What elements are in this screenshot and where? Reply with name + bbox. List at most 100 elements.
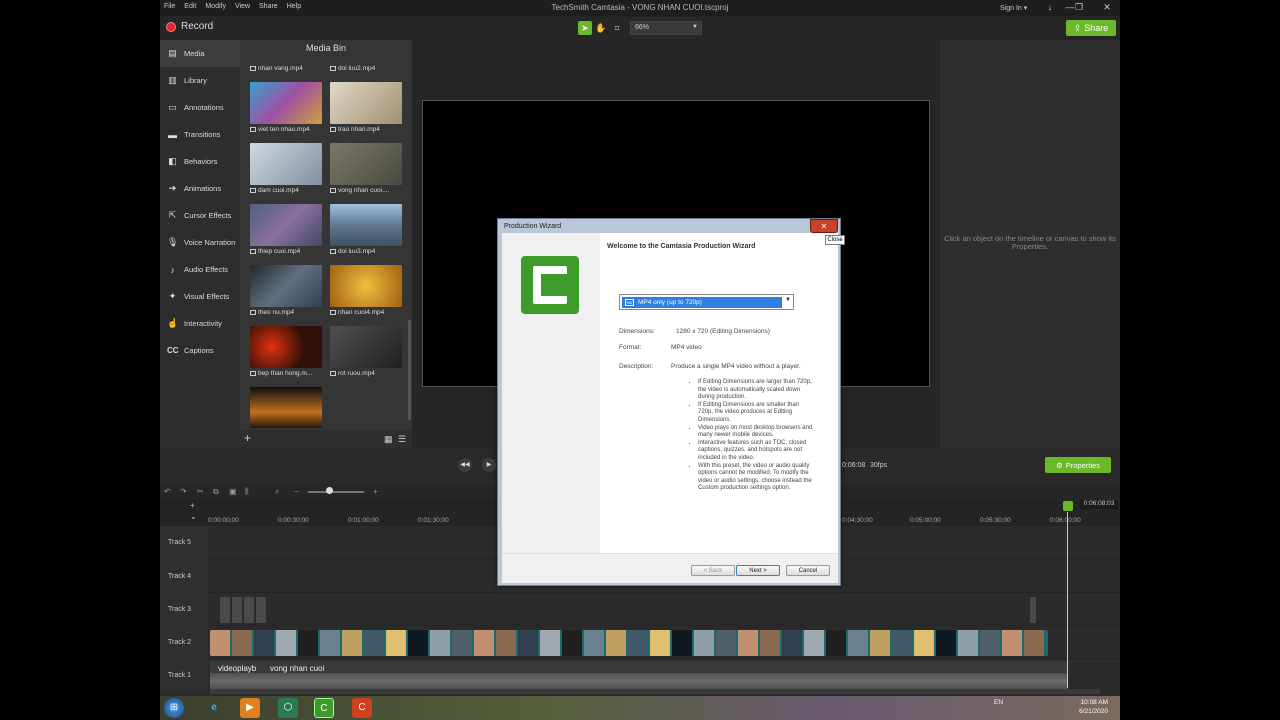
- sidebar-item-cursor-effects[interactable]: ⇱ Cursor Effects: [160, 202, 240, 229]
- media-item-label[interactable]: dam cuoi.mp4: [250, 187, 299, 194]
- app-icon[interactable]: ⬡: [278, 698, 298, 718]
- media-thumbnail[interactable]: [330, 265, 402, 307]
- media-item-label[interactable]: bep than hong.m...: [250, 370, 312, 377]
- menu-help[interactable]: Help: [287, 3, 301, 10]
- track-label[interactable]: Track 4: [160, 560, 208, 593]
- media-thumbnail[interactable]: [250, 326, 322, 368]
- add-track-icon[interactable]: +: [190, 501, 195, 510]
- list-view-icon[interactable]: ☰: [398, 434, 406, 445]
- cancel-button[interactable]: Cancel: [786, 565, 830, 576]
- media-item-label[interactable]: theo nu.mp4: [250, 309, 294, 316]
- camtasia-taskbar-icon[interactable]: C: [314, 698, 334, 718]
- sign-in-button[interactable]: Sign In ▾: [1000, 4, 1027, 12]
- media-thumbnail[interactable]: [250, 265, 322, 307]
- sidebar-item-media[interactable]: ▤ Media: [160, 40, 240, 67]
- video-clip-strip[interactable]: [210, 630, 1048, 656]
- timeline-zoom-handle[interactable]: [326, 487, 333, 494]
- media-item-label[interactable]: nhan vang.mp4: [250, 65, 303, 72]
- media-thumbnail[interactable]: [330, 326, 402, 368]
- sidebar-item-audio-effects[interactable]: ♪ Audio Effects: [160, 256, 240, 283]
- sidebar-item-transitions[interactable]: ▬ Transitions: [160, 121, 240, 148]
- media-item-label[interactable]: trao nhan.mp4: [330, 126, 380, 133]
- menu-share[interactable]: Share: [259, 3, 278, 10]
- media-item-label[interactable]: vong nhan cuoi....: [330, 187, 389, 194]
- timeline-scrollbar[interactable]: [210, 689, 1100, 694]
- cut-icon[interactable]: ✂: [197, 487, 204, 496]
- crop-tool-icon[interactable]: ⌗: [610, 21, 624, 35]
- sidebar-item-behaviors[interactable]: ◧ Behaviors: [160, 148, 240, 175]
- media-item-label[interactable]: thiep cuoi.mp4: [250, 248, 300, 255]
- media-item-label[interactable]: rot ruou.mp4: [330, 370, 375, 377]
- media-item-label[interactable]: doi luu3.mp4: [330, 248, 375, 255]
- timeline-clip[interactable]: [1030, 597, 1036, 623]
- sidebar-item-animations[interactable]: ➔ Animations: [160, 175, 240, 202]
- start-button-icon[interactable]: ⊞: [164, 698, 184, 718]
- timeline-clip[interactable]: [220, 597, 230, 623]
- grid-view-icon[interactable]: ▦: [384, 434, 393, 445]
- media-player-icon[interactable]: ▶: [240, 698, 260, 718]
- menu-view[interactable]: View: [235, 3, 250, 10]
- back-button[interactable]: < Back: [691, 565, 735, 576]
- media-item-label[interactable]: viet ten nhau.mp4: [250, 126, 310, 133]
- record-button[interactable]: Record: [166, 21, 213, 32]
- media-thumbnail[interactable]: [250, 143, 322, 185]
- dialog-close-button[interactable]: ✕: [810, 219, 838, 233]
- sidebar-item-library[interactable]: ▥ Library: [160, 67, 240, 94]
- edge-browser-icon[interactable]: e: [204, 698, 224, 718]
- properties-button[interactable]: ⚙ Properties: [1045, 457, 1111, 473]
- track-label[interactable]: Track 2: [160, 626, 208, 659]
- system-clock[interactable]: 10:08 AM 6/21/2020: [1072, 698, 1108, 716]
- download-icon[interactable]: ↓: [1043, 2, 1057, 12]
- media-thumbnail[interactable]: [250, 387, 322, 428]
- timeline-clip[interactable]: [232, 597, 242, 623]
- media-bin-scrollbar[interactable]: [408, 320, 411, 420]
- maximize-button[interactable]: ❐: [1072, 2, 1086, 13]
- search-icon[interactable]: ⌕: [275, 487, 279, 497]
- pan-tool-icon[interactable]: ✋: [594, 21, 608, 35]
- close-window-button[interactable]: ✕: [1100, 2, 1114, 13]
- zoom-in-icon[interactable]: +: [373, 487, 378, 496]
- sidebar-item-annotations[interactable]: ▭ Annotations: [160, 94, 240, 121]
- step-back-icon[interactable]: ◀◀: [458, 458, 472, 472]
- media-item-label[interactable]: nhan cuoi4.mp4: [330, 309, 384, 316]
- zoom-select[interactable]: 66% ▼: [630, 21, 702, 35]
- paste-icon[interactable]: ▣: [229, 487, 237, 496]
- media-thumbnail[interactable]: [250, 204, 322, 246]
- track-label[interactable]: Track 1: [160, 659, 208, 692]
- camtasia-recorder-icon[interactable]: C: [352, 698, 372, 718]
- timeline-clip[interactable]: [256, 597, 266, 623]
- share-button[interactable]: ⇪ Share: [1066, 20, 1116, 36]
- language-indicator[interactable]: EN: [994, 699, 1003, 706]
- copy-icon[interactable]: ⧉: [213, 487, 219, 497]
- clip-thumbnail-frame: [650, 630, 670, 656]
- media-thumbnail[interactable]: [330, 204, 402, 246]
- sidebar-item-interactivity[interactable]: ☝ Interactivity: [160, 310, 240, 337]
- sidebar-item-captions[interactable]: CC Captions: [160, 337, 240, 364]
- menu-modify[interactable]: Modify: [205, 3, 226, 10]
- track-label[interactable]: Track 5: [160, 526, 208, 559]
- video-icon: [250, 249, 256, 254]
- select-tool-icon[interactable]: ➤: [578, 21, 592, 35]
- timeline-zoom-slider[interactable]: [308, 491, 364, 493]
- redo-icon[interactable]: ↷: [180, 487, 187, 496]
- media-thumbnail[interactable]: [330, 82, 402, 124]
- sidebar-item-voice-narration[interactable]: 🎙 Voice Narration: [160, 229, 240, 256]
- next-button[interactable]: Next >: [736, 565, 780, 576]
- playhead-handle[interactable]: [1063, 501, 1073, 511]
- add-media-icon[interactable]: +: [244, 431, 251, 445]
- media-thumbnail[interactable]: [250, 82, 322, 124]
- audio-clip[interactable]: videoplayb vong nhan cuoi: [210, 661, 1068, 691]
- track-label[interactable]: Track 3: [160, 593, 208, 626]
- sidebar-item-visual-effects[interactable]: ✦ Visual Effects: [160, 283, 240, 310]
- undo-icon[interactable]: ↶: [164, 487, 171, 496]
- media-item-label[interactable]: doi luu2.mp4: [330, 65, 375, 72]
- menu-file[interactable]: File: [164, 3, 175, 10]
- media-thumbnail[interactable]: [330, 143, 402, 185]
- zoom-out-icon[interactable]: −: [294, 487, 299, 496]
- collapse-icon[interactable]: ⌄: [190, 512, 197, 521]
- preset-select[interactable]: HD MP4 only (up to 720p) ▼: [619, 294, 794, 310]
- timeline-clip[interactable]: [244, 597, 254, 623]
- split-icon[interactable]: ⫼: [245, 487, 249, 497]
- play-icon[interactable]: ▶: [482, 458, 496, 472]
- menu-edit[interactable]: Edit: [184, 3, 196, 10]
